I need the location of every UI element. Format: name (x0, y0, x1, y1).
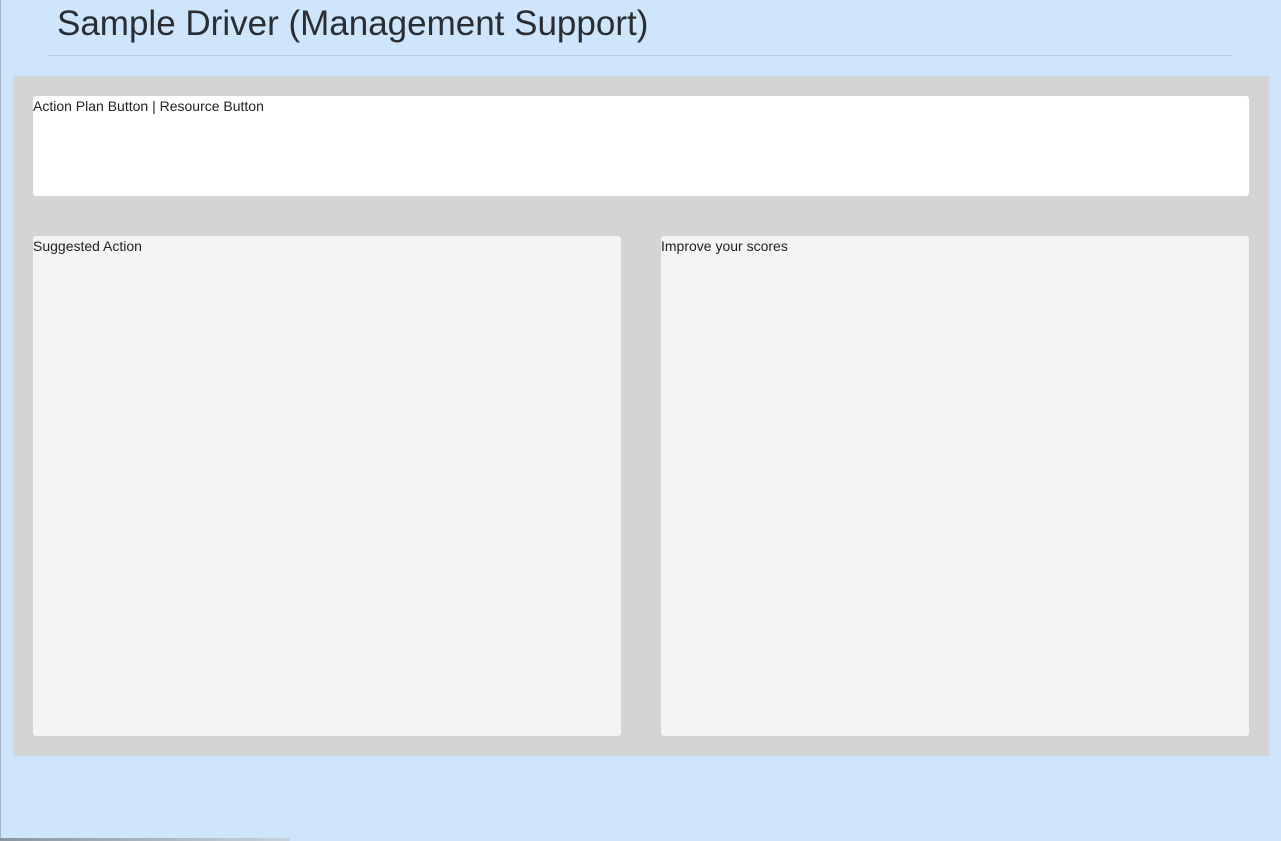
improve-scores-label: Improve your scores (661, 238, 788, 254)
content-area: Action Plan Button | Resource Button Sug… (13, 76, 1269, 756)
title-divider (49, 55, 1233, 56)
page-title: Sample Driver (Management Support) (57, 4, 649, 43)
suggested-action-panel: Suggested Action (33, 236, 621, 736)
suggested-action-label: Suggested Action (33, 238, 142, 254)
improve-scores-panel: Improve your scores (661, 236, 1249, 736)
action-bar-label[interactable]: Action Plan Button | Resource Button (33, 97, 264, 115)
window-edge (0, 0, 1, 841)
action-bar: Action Plan Button | Resource Button (33, 96, 1249, 196)
